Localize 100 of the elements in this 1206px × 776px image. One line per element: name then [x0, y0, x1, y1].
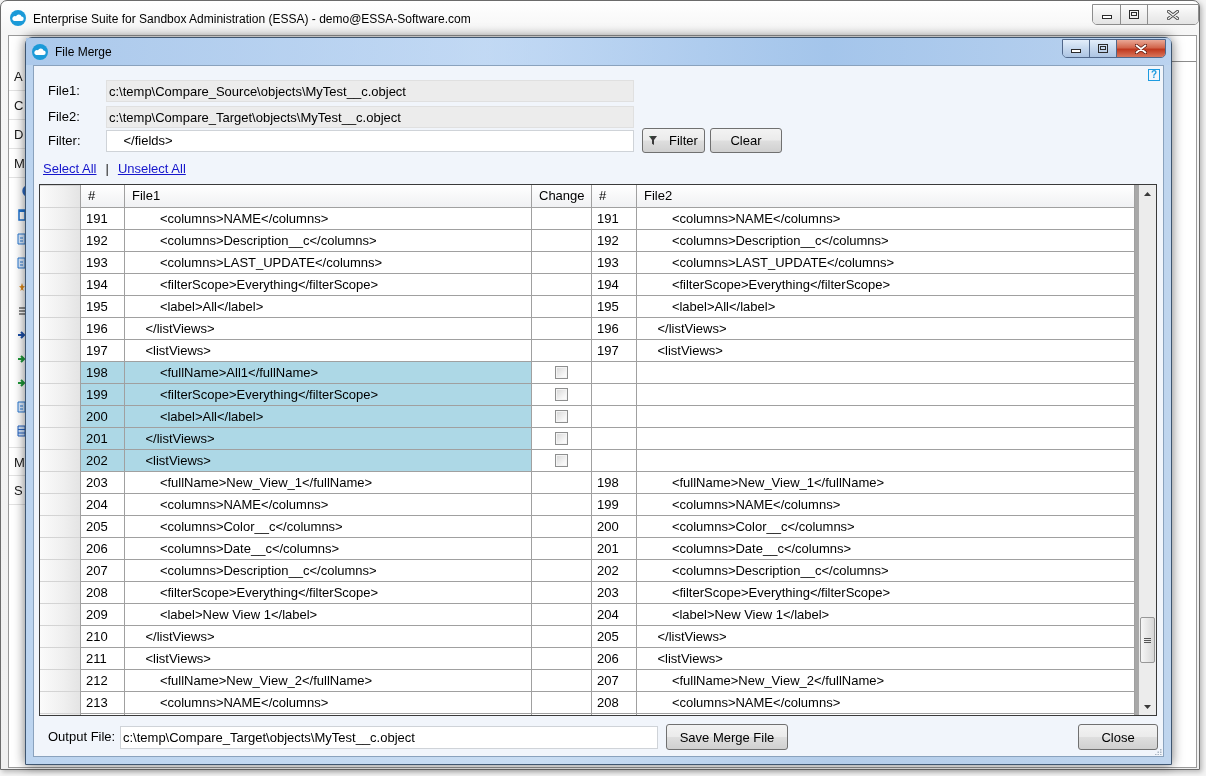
line-number: 202	[596, 562, 620, 580]
code-line: <listViews>	[144, 650, 212, 668]
window-close-button[interactable]	[1148, 5, 1198, 24]
line-number: 194	[596, 276, 620, 294]
line-number: 202	[81, 450, 124, 471]
file-path-field[interactable]: c:\temp\Compare_Target\objects\MyTest__c.object	[106, 106, 634, 128]
document-icon	[17, 257, 25, 269]
code-line: <columns>LAST_UPDATE</columns>	[670, 254, 896, 272]
code-line: <label>All</label>	[670, 298, 777, 316]
arrow-icon	[17, 353, 25, 365]
checkbox[interactable]	[555, 454, 568, 467]
line-number: 209	[85, 606, 109, 624]
checkbox[interactable]	[555, 388, 568, 401]
close-button[interactable]: Close	[1078, 724, 1158, 750]
close-icon	[1135, 43, 1147, 54]
clear-button[interactable]: Clear	[710, 128, 782, 153]
line-number: 195	[85, 298, 109, 316]
cloud-icon	[32, 44, 48, 60]
column-header[interactable]: #	[81, 185, 125, 208]
code-line: <fullName>New_View_1</fullName>	[670, 474, 886, 492]
code-line: <filterScope>Everything</filterScope>	[158, 276, 380, 294]
code-line: <columns>NAME</columns>	[670, 694, 842, 712]
code-line: <columns>NAME</columns>	[158, 496, 330, 514]
code-line: <label>New View 1</label>	[158, 606, 319, 624]
column-header[interactable]: Change	[532, 185, 592, 208]
line-number: 213	[85, 694, 109, 712]
line-number: 197	[596, 342, 620, 360]
checkbox[interactable]	[555, 366, 568, 379]
code-line: <columns>Date__c</columns>	[158, 540, 341, 558]
line-number: 200	[596, 518, 620, 536]
line-number: 204	[85, 496, 109, 514]
unselect-all-link[interactable]: Unselect All	[117, 161, 186, 176]
minimize-button[interactable]	[1063, 40, 1090, 57]
output-file-field[interactable]: c:\temp\Compare_Target\objects\MyTest__c.object	[120, 725, 658, 749]
line-number: 196	[596, 320, 620, 338]
column-header[interactable]: File2	[637, 185, 1135, 208]
vertical-scrollbar[interactable]	[1135, 185, 1156, 715]
line-number: 211	[85, 650, 108, 668]
line-number: 206	[85, 540, 109, 558]
line-number: 212	[85, 672, 109, 690]
line-number: 191	[596, 210, 620, 228]
star-icon	[17, 281, 25, 293]
code-line: <filterScope>Everything</filterScope>	[158, 584, 380, 602]
line-number: 195	[596, 298, 620, 316]
line-number: 198	[81, 362, 124, 383]
line-number: 198	[596, 474, 620, 492]
line-number: 203	[85, 474, 109, 492]
line-number: 194	[85, 276, 109, 294]
code-line: <fullName>New_View_2</fullName>	[670, 672, 886, 690]
field-label: File1:	[48, 83, 81, 99]
bars-icon	[17, 305, 25, 317]
line-number: 192	[85, 232, 109, 250]
code-line: <fullName>New_View_2</fullName>	[158, 672, 374, 690]
code-line: <columns>Color__c</columns>	[158, 518, 344, 536]
code-line: <label>All</label>	[158, 298, 265, 316]
minimize-button[interactable]	[1093, 5, 1121, 24]
window-icon	[17, 209, 25, 221]
window-title: File Merge	[55, 44, 112, 60]
filter-field[interactable]: </fields>	[106, 129, 634, 152]
column-header[interactable]: File1	[125, 185, 532, 208]
minimize-icon	[1071, 49, 1081, 53]
arrow-icon	[17, 329, 25, 341]
line-number: 199	[596, 496, 620, 514]
filter-button[interactable]: Filter	[642, 128, 705, 153]
line-number: 207	[596, 672, 620, 690]
code-line: </listViews>	[656, 628, 728, 646]
line-number: 200	[81, 406, 124, 427]
field-label: File2:	[48, 109, 81, 125]
file-path-field[interactable]: c:\temp\Compare_Source\objects\MyTest__c.object	[106, 80, 634, 102]
maximize-button[interactable]	[1121, 5, 1148, 24]
arrow-icon	[17, 377, 25, 389]
code-line: <listViews>	[656, 342, 724, 360]
column-header[interactable]: #	[592, 185, 637, 208]
line-number: 203	[596, 584, 620, 602]
window-title: Enterprise Suite for Sandbox Administration (ESSA) - demo@ESSA-Software.com	[33, 11, 471, 27]
line-number: 210	[85, 628, 109, 646]
checkbox[interactable]	[555, 432, 568, 445]
select-all-link[interactable]: Select All	[43, 161, 97, 176]
triangle-up-icon	[1144, 191, 1151, 196]
triangle-down-icon	[1144, 704, 1151, 709]
code-line: <columns>Description__c</columns>	[158, 232, 378, 250]
save-merge-file-button[interactable]: Save Merge File	[666, 724, 788, 750]
line-number: 208	[596, 694, 620, 712]
code-line: <listViews>	[656, 650, 724, 668]
document-icon	[17, 401, 25, 413]
scrollbar-thumb[interactable]	[1140, 617, 1155, 663]
field-label: Filter:	[48, 132, 82, 149]
maximize-button[interactable]	[1090, 40, 1117, 57]
code-line: <columns>NAME</columns>	[670, 210, 842, 228]
document-icon	[17, 233, 25, 245]
code-line: <filterScope>Everything</filterScope>	[670, 584, 892, 602]
close-icon	[1167, 9, 1179, 20]
code-line: <columns>Description__c</columns>	[670, 232, 890, 250]
line-number: 201	[596, 540, 620, 558]
grid-icon	[17, 425, 25, 437]
line-number: 204	[596, 606, 620, 624]
window-close-button[interactable]	[1117, 40, 1165, 57]
grip-icon	[1144, 637, 1151, 643]
code-line: <columns>LAST_UPDATE</columns>	[158, 254, 384, 272]
checkbox[interactable]	[555, 410, 568, 423]
